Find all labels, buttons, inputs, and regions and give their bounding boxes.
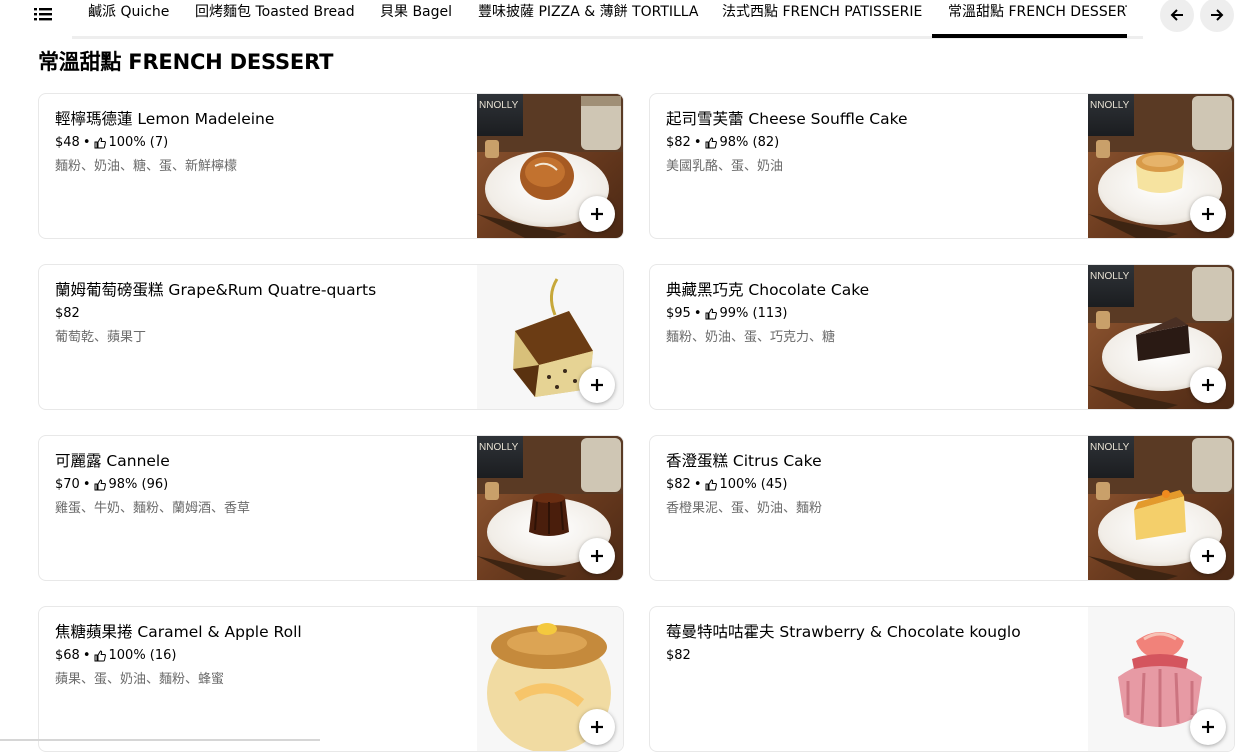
item-price: $48 xyxy=(55,135,80,150)
arrow-left-icon xyxy=(1170,9,1183,21)
svg-text:NNOLLY: NNOLLY xyxy=(479,100,519,111)
item-meta: $68 • 100% (16) xyxy=(55,648,177,663)
item-description: 麵粉、奶油、蛋、巧克力、糖 xyxy=(666,330,836,345)
add-item-button[interactable] xyxy=(579,709,615,745)
add-item-button[interactable] xyxy=(579,196,615,232)
menu-item-card[interactable]: 起司雪芙蕾 Cheese Souffle Cake $82 • 98% (82)… xyxy=(649,93,1235,239)
item-price: $82 xyxy=(666,477,691,492)
item-photo: NNOLLY xyxy=(1088,265,1234,409)
item-photo: NNOLLY xyxy=(1088,94,1234,238)
tab-french-patisserie[interactable]: 法式西點 FRENCH PATISSERIE xyxy=(706,0,938,38)
add-item-button[interactable] xyxy=(1190,367,1226,403)
menu-item-card[interactable]: 莓曼特咕咕霍夫 Strawberry & Chocolate kouglo $8… xyxy=(649,606,1235,752)
thumbs-up-icon xyxy=(705,137,717,149)
item-description: 香橙果泥、蛋、奶油、麵粉 xyxy=(666,501,823,516)
plus-icon xyxy=(591,379,603,391)
item-price: $70 xyxy=(55,477,80,492)
item-meta: $82 • 98% (82) xyxy=(666,135,780,150)
section-title: 常溫甜點 FRENCH DESSERT xyxy=(38,50,334,74)
item-description: 蘋果、蛋、奶油、麵粉、蜂蜜 xyxy=(55,672,225,687)
plus-icon xyxy=(591,721,603,733)
item-name: 焦糖蘋果捲 Caramel & Apple Roll xyxy=(55,623,302,641)
item-photo: NNOLLY xyxy=(477,94,623,238)
item-price: $82 xyxy=(55,306,80,321)
item-name: 典藏黑巧克 Chocolate Cake xyxy=(666,281,870,299)
add-item-button[interactable] xyxy=(1190,709,1226,745)
thumbs-up-icon xyxy=(705,308,717,320)
tab-bagel[interactable]: 貝果 Bagel xyxy=(364,0,468,38)
item-meta: $70 • 98% (96) xyxy=(55,477,169,492)
svg-text:NNOLLY: NNOLLY xyxy=(479,442,519,453)
svg-text:NNOLLY: NNOLLY xyxy=(1090,271,1130,282)
menu-item-card[interactable]: 可麗露 Cannele $70 • 98% (96) 雞蛋、牛奶、麵粉、蘭姆酒、… xyxy=(38,435,624,581)
plus-icon xyxy=(1202,208,1214,220)
plus-icon xyxy=(591,208,603,220)
plus-icon xyxy=(1202,550,1214,562)
item-price: $95 xyxy=(666,306,691,321)
item-name: 蘭姆葡萄磅蛋糕 Grape&Rum Quatre-quarts xyxy=(55,281,377,299)
item-meta: $48 • 100% (7) xyxy=(55,135,169,150)
thumbs-up-icon xyxy=(94,650,106,662)
hamburger-menu-icon[interactable] xyxy=(34,6,52,22)
menu-item-card[interactable]: 焦糖蘋果捲 Caramel & Apple Roll $68 • 100% (1… xyxy=(38,606,624,752)
item-rating: 100% (7) xyxy=(108,135,169,150)
add-item-button[interactable] xyxy=(579,538,615,574)
plus-icon xyxy=(591,550,603,562)
item-price: $68 xyxy=(55,648,80,663)
add-item-button[interactable] xyxy=(579,367,615,403)
svg-text:NNOLLY: NNOLLY xyxy=(1090,442,1130,453)
item-description: 麵粉、奶油、糖、蛋、新鮮檸檬 xyxy=(55,159,238,174)
item-meta: $82 xyxy=(666,647,1076,665)
item-meta: $82 • 100% (45) xyxy=(666,477,788,492)
arrow-right-icon xyxy=(1211,9,1224,21)
tab-pizza-tortilla[interactable]: 豐味披薩 PIZZA & 薄餅 TORTILLA xyxy=(462,0,715,38)
item-price: $82 xyxy=(666,135,691,150)
scroll-left-button[interactable] xyxy=(1160,0,1194,32)
item-name: 起司雪芙蕾 Cheese Souffle Cake xyxy=(666,110,908,128)
add-item-button[interactable] xyxy=(1190,196,1226,232)
item-photo xyxy=(1088,607,1234,751)
menu-item-card[interactable]: 典藏黑巧克 Chocolate Cake $95 • 99% (113) 麵粉、… xyxy=(649,264,1235,410)
menu-item-card[interactable]: 輕檸瑪德蓮 Lemon Madeleine $48 • 100% (7) 麵粉、… xyxy=(38,93,624,239)
item-name: 可麗露 Cannele xyxy=(55,452,170,470)
thumbs-up-icon xyxy=(705,479,717,491)
scroll-right-button[interactable] xyxy=(1200,0,1234,32)
plus-icon xyxy=(1202,721,1214,733)
item-photo: NNOLLY xyxy=(1088,436,1234,580)
svg-text:NNOLLY: NNOLLY xyxy=(1090,100,1130,111)
item-description: 美國乳酪、蛋、奶油 xyxy=(666,159,784,174)
item-meta: $95 • 99% (113) xyxy=(666,306,788,321)
item-photo xyxy=(477,607,623,751)
item-photo: NNOLLY xyxy=(477,436,623,580)
plus-icon xyxy=(1202,379,1214,391)
add-item-button[interactable] xyxy=(1190,538,1226,574)
category-nav: 鹹派 Quiche 回烤麵包 Toasted Bread 貝果 Bagel 豐味… xyxy=(0,0,1247,40)
item-rating: 99% (113) xyxy=(719,306,788,321)
item-name: 輕檸瑪德蓮 Lemon Madeleine xyxy=(55,110,275,128)
tab-quiche[interactable]: 鹹派 Quiche xyxy=(72,0,185,38)
tab-toasted-bread[interactable]: 回烤麵包 Toasted Bread xyxy=(179,0,371,38)
tab-french-dessert[interactable]: 常溫甜點 FRENCH DESSERT xyxy=(932,0,1127,38)
item-meta: $82 xyxy=(55,305,465,323)
item-rating: 98% (82) xyxy=(719,135,780,150)
item-photo xyxy=(477,265,623,409)
item-rating: 98% (96) xyxy=(108,477,169,492)
item-rating: 100% (16) xyxy=(108,648,177,663)
item-description: 葡萄乾、蘋果丁 xyxy=(55,330,147,345)
menu-item-card[interactable]: 蘭姆葡萄磅蛋糕 Grape&Rum Quatre-quarts $82 葡萄乾、… xyxy=(38,264,624,410)
item-rating: 100% (45) xyxy=(719,477,788,492)
category-tabs: 鹹派 Quiche 回烤麵包 Toasted Bread 貝果 Bagel 豐味… xyxy=(72,0,1127,40)
item-name: 莓曼特咕咕霍夫 Strawberry & Chocolate kouglo xyxy=(666,623,1021,641)
item-price: $82 xyxy=(666,648,691,663)
menu-item-card[interactable]: 香澄蛋糕 Citrus Cake $82 • 100% (45) 香橙果泥、蛋、… xyxy=(649,435,1235,581)
thumbs-up-icon xyxy=(94,137,106,149)
item-name: 香澄蛋糕 Citrus Cake xyxy=(666,452,822,470)
thumbs-up-icon xyxy=(94,479,106,491)
item-description: 雞蛋、牛奶、麵粉、蘭姆酒、香草 xyxy=(55,501,251,516)
